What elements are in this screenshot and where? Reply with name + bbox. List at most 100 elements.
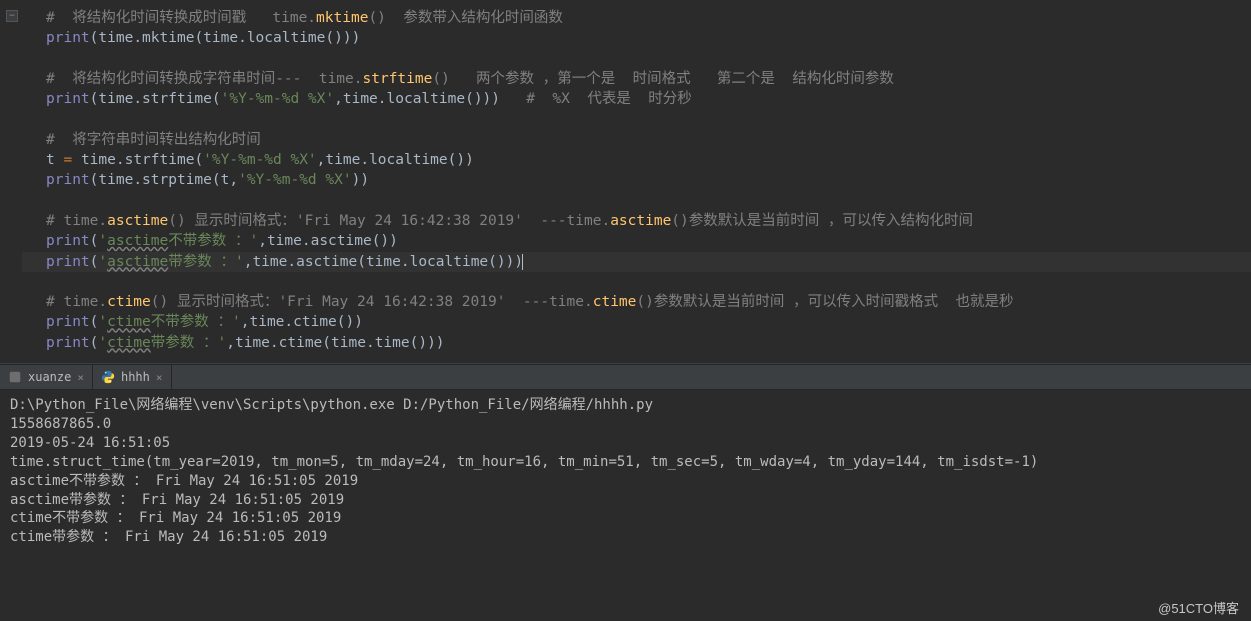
code-token: print [46, 91, 90, 107]
code-token: asctime [311, 233, 372, 249]
code-token: print [46, 30, 90, 46]
code-token: print [46, 335, 90, 351]
code-editor[interactable]: − # 将结构化时间转换成时间戳 time.mktime() 参数带入结构化时间… [0, 0, 1251, 363]
code-token: ( [322, 335, 331, 351]
code-token: ' [98, 233, 107, 249]
code-token: # time. [46, 294, 107, 310]
code-token: time. [272, 10, 316, 26]
code-line[interactable]: # 将字符串时间转出结构化时间 [22, 130, 1251, 150]
console-line: ctime不带参数 ： Fri May 24 16:51:05 2019 [10, 509, 1241, 528]
console-line: 1558687865.0 [10, 415, 1241, 434]
code-token: . [401, 254, 410, 270]
code-token: ctime [107, 314, 151, 330]
code-token: strftime [125, 152, 195, 168]
code-token: print [46, 172, 90, 188]
code-line[interactable]: # 将结构化时间转换成字符串时间--- time.strftime() 两个参数… [22, 69, 1251, 89]
code-line[interactable]: print(time.strftime('%Y-%m-%d %X',time.l… [22, 89, 1251, 109]
code-token: print [46, 314, 90, 330]
console-tab[interactable]: hhhh× [93, 365, 172, 389]
console-tab-bar: xuanze×hhhh× [0, 364, 1251, 390]
code-token: # 将结构化时间转换成时间戳 [46, 10, 272, 26]
code-token: time [98, 30, 133, 46]
close-icon[interactable]: × [77, 371, 84, 384]
code-token: ctime [107, 294, 151, 310]
code-token: time [249, 314, 284, 330]
code-token: ()参数默认是当前时间 ，可以传入结构化时间 [671, 213, 973, 229]
code-token: asctime [107, 254, 168, 270]
code-line[interactable]: print('asctime不带参数 ：',time.asctime()) [22, 231, 1251, 251]
code-token: time [98, 91, 133, 107]
code-line[interactable]: print('ctime带参数 ：',time.ctime(time.time(… [22, 333, 1251, 353]
code-token: . [360, 152, 369, 168]
console-output[interactable]: D:\Python_File\网络编程\venv\Scripts\python.… [0, 390, 1251, 553]
code-token: . [133, 172, 142, 188]
code-line[interactable]: print(time.strptime(t,'%Y-%m-%d %X')) [22, 170, 1251, 190]
console-line: time.struct_time(tm_year=2019, tm_mon=5,… [10, 453, 1241, 472]
console-line: D:\Python_File\网络编程\venv\Scripts\python.… [10, 396, 1241, 415]
console-line: asctime不带参数 ： Fri May 24 16:51:05 2019 [10, 472, 1241, 491]
code-token: , [258, 233, 267, 249]
console-line: ctime带参数 ： Fri May 24 16:51:05 2019 [10, 528, 1241, 547]
code-line[interactable]: # 将结构化时间转换成时间戳 time.mktime() 参数带入结构化时间函数 [22, 8, 1251, 28]
code-token: print [46, 233, 90, 249]
code-blank-line[interactable] [22, 272, 1251, 292]
code-token: # 将结构化时间转换成字符串时间--- time. [46, 71, 363, 87]
code-token: , [229, 172, 238, 188]
code-token: ( [212, 172, 221, 188]
code-line[interactable]: print('asctime带参数 ：',time.asctime(time.l… [22, 252, 1251, 272]
code-token: time [331, 335, 366, 351]
code-blank-line[interactable] [22, 191, 1251, 211]
code-blank-line[interactable] [22, 109, 1251, 129]
code-token: strftime [363, 71, 433, 87]
code-token: localtime [369, 152, 448, 168]
code-token: time [267, 233, 302, 249]
fold-gutter-icon[interactable]: − [6, 10, 18, 22]
code-token: ' [235, 254, 244, 270]
code-token: ' [98, 314, 107, 330]
code-token: localtime [410, 254, 489, 270]
code-token: asctime [107, 233, 168, 249]
code-token: time [366, 254, 401, 270]
code-token: ()参数默认是当前时间 ，可以传入时间戳格式 也就是秒 [636, 294, 1013, 310]
code-token: . [302, 233, 311, 249]
code-token: 带参数 ： [151, 335, 218, 351]
code-token: time [252, 254, 287, 270]
code-line[interactable]: # time. asctime() 显示时间格式：'Fri May 24 16:4… [22, 211, 1251, 231]
code-token: . [284, 314, 293, 330]
code-token: 不带参数 ： [168, 233, 249, 249]
code-token: . [238, 30, 247, 46]
code-blank-line[interactable] [22, 49, 1251, 69]
code-token: '%Y-%m-%d %X' [203, 152, 317, 168]
code-token: time [325, 152, 360, 168]
code-line[interactable]: print('ctime不带参数 ：',time.ctime()) [22, 312, 1251, 332]
code-token: ctime [593, 294, 637, 310]
close-icon[interactable]: × [156, 371, 163, 384]
code-token: () 显示时间格式：'Fri May 24 16:42:38 2019' ---… [168, 213, 610, 229]
code-line[interactable]: print(time.mktime(time.localtime())) [22, 28, 1251, 48]
code-token: = [63, 152, 80, 168]
code-line[interactable]: t = time.strftime('%Y-%m-%d %X',time.loc… [22, 150, 1251, 170]
code-token: ' [98, 335, 107, 351]
code-token [500, 91, 526, 107]
code-token: ctime [279, 335, 323, 351]
code-token: '%Y-%m-%d %X' [221, 91, 335, 107]
tab-label: xuanze [28, 370, 71, 384]
code-token: ( [357, 254, 366, 270]
code-token: 带参数 ： [168, 254, 235, 270]
code-token: ' [249, 233, 258, 249]
code-token: localtime [247, 30, 326, 46]
code-token: ( [212, 91, 221, 107]
code-token: ()) [448, 152, 474, 168]
code-token: , [334, 91, 343, 107]
code-line[interactable]: # time.ctime() 显示时间格式：'Fri May 24 16:42:… [22, 292, 1251, 312]
code-token: # time. [46, 213, 107, 229]
code-token: )) [352, 172, 369, 188]
code-token: asctime [610, 213, 671, 229]
code-token: ())) [488, 254, 523, 270]
code-token: strftime [142, 91, 212, 107]
code-token: ctime [293, 314, 337, 330]
code-token: time [375, 335, 410, 351]
console-tab[interactable]: xuanze × [0, 365, 93, 389]
code-token: . [133, 91, 142, 107]
watermark-label: @51CTO博客 [1158, 598, 1239, 617]
